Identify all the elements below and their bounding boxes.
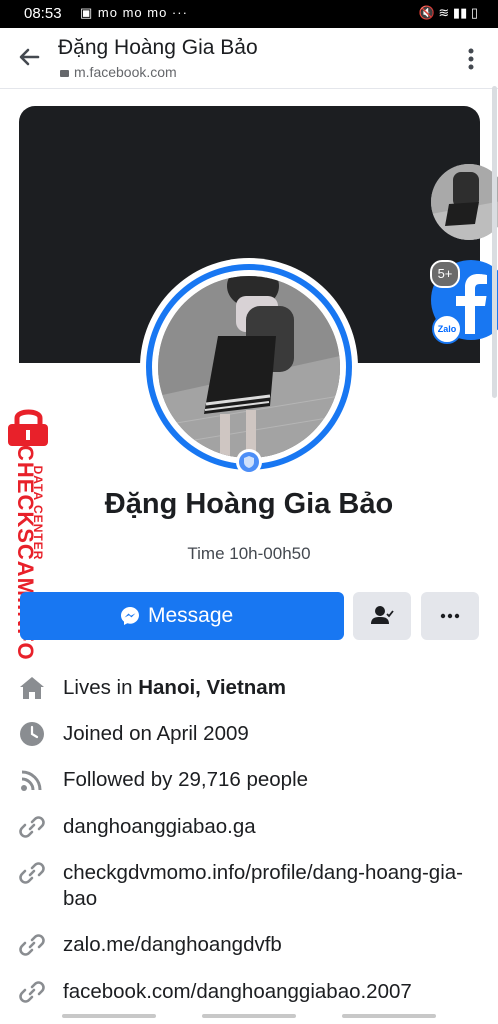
nav-handle[interactable] <box>342 1014 436 1018</box>
link-icon <box>19 932 45 958</box>
friends-button[interactable] <box>353 592 411 640</box>
nav-handle[interactable] <box>202 1014 296 1018</box>
followers-text: Followed by 29,716 people <box>63 768 309 791</box>
profile-picture[interactable] <box>140 258 358 476</box>
message-button[interactable]: Message <box>20 592 344 640</box>
back-arrow-icon[interactable] <box>14 42 44 72</box>
browser-header: Đặng Hoàng Gia Bảo m.facebook.com <box>0 28 498 89</box>
more-actions-button[interactable] <box>421 592 479 640</box>
ellipsis-icon <box>440 613 460 619</box>
profile-bio: Time 10h-00h50 <box>187 544 311 563</box>
page-title: Đặng Hoàng Gia Bảo <box>58 36 258 59</box>
joined-text: Joined on April 2009 <box>63 722 249 745</box>
link-text[interactable]: facebook.com/danghoanggiabao.2007 <box>63 979 483 1005</box>
profile-shield-icon <box>236 449 262 475</box>
profile-name: Đặng Hoàng Gia Bảo <box>104 488 394 520</box>
home-icon <box>19 675 45 701</box>
status-notification-icons: ▣ mo mo mo ··· <box>80 5 188 20</box>
lives-in-prefix: Lives in <box>63 676 139 699</box>
status-time: 08:53 <box>24 5 62 22</box>
friend-check-icon <box>371 606 394 624</box>
more-options-icon[interactable] <box>468 48 474 70</box>
messenger-icon <box>121 607 139 625</box>
nav-handle[interactable] <box>62 1014 156 1018</box>
bottom-navigation-bar <box>0 1010 498 1024</box>
page-url: m.facebook.com <box>60 64 177 80</box>
zalo-icon: Zalo <box>432 314 462 344</box>
link-text[interactable]: danghoanggiabao.ga <box>63 814 483 840</box>
scrollbar[interactable] <box>492 86 497 398</box>
lives-in-place[interactable]: Hanoi, Vietnam <box>138 676 286 699</box>
status-bar: 08:53 ▣ mo mo mo ··· 🔇 ≋ ▮▮ ▯ <box>0 0 498 28</box>
message-button-label: Message <box>148 604 234 627</box>
url-text: m.facebook.com <box>74 64 177 80</box>
link-text[interactable]: zalo.me/danghoangdvfb <box>63 932 483 958</box>
link-icon <box>19 814 45 840</box>
rss-icon <box>19 767 45 793</box>
link-text[interactable]: checkgdvmomo.info/profile/dang-hoang-gia… <box>63 860 483 912</box>
lock-icon <box>60 70 69 77</box>
link-icon <box>19 860 45 886</box>
clock-icon <box>19 721 45 747</box>
chat-count-badge: 5+ <box>430 260 460 288</box>
profile-photo-image <box>158 276 340 458</box>
link-icon <box>19 979 45 1005</box>
status-system-icons: 🔇 ≋ ▮▮ ▯ <box>418 5 478 20</box>
chat-head-photo[interactable] <box>431 164 498 240</box>
